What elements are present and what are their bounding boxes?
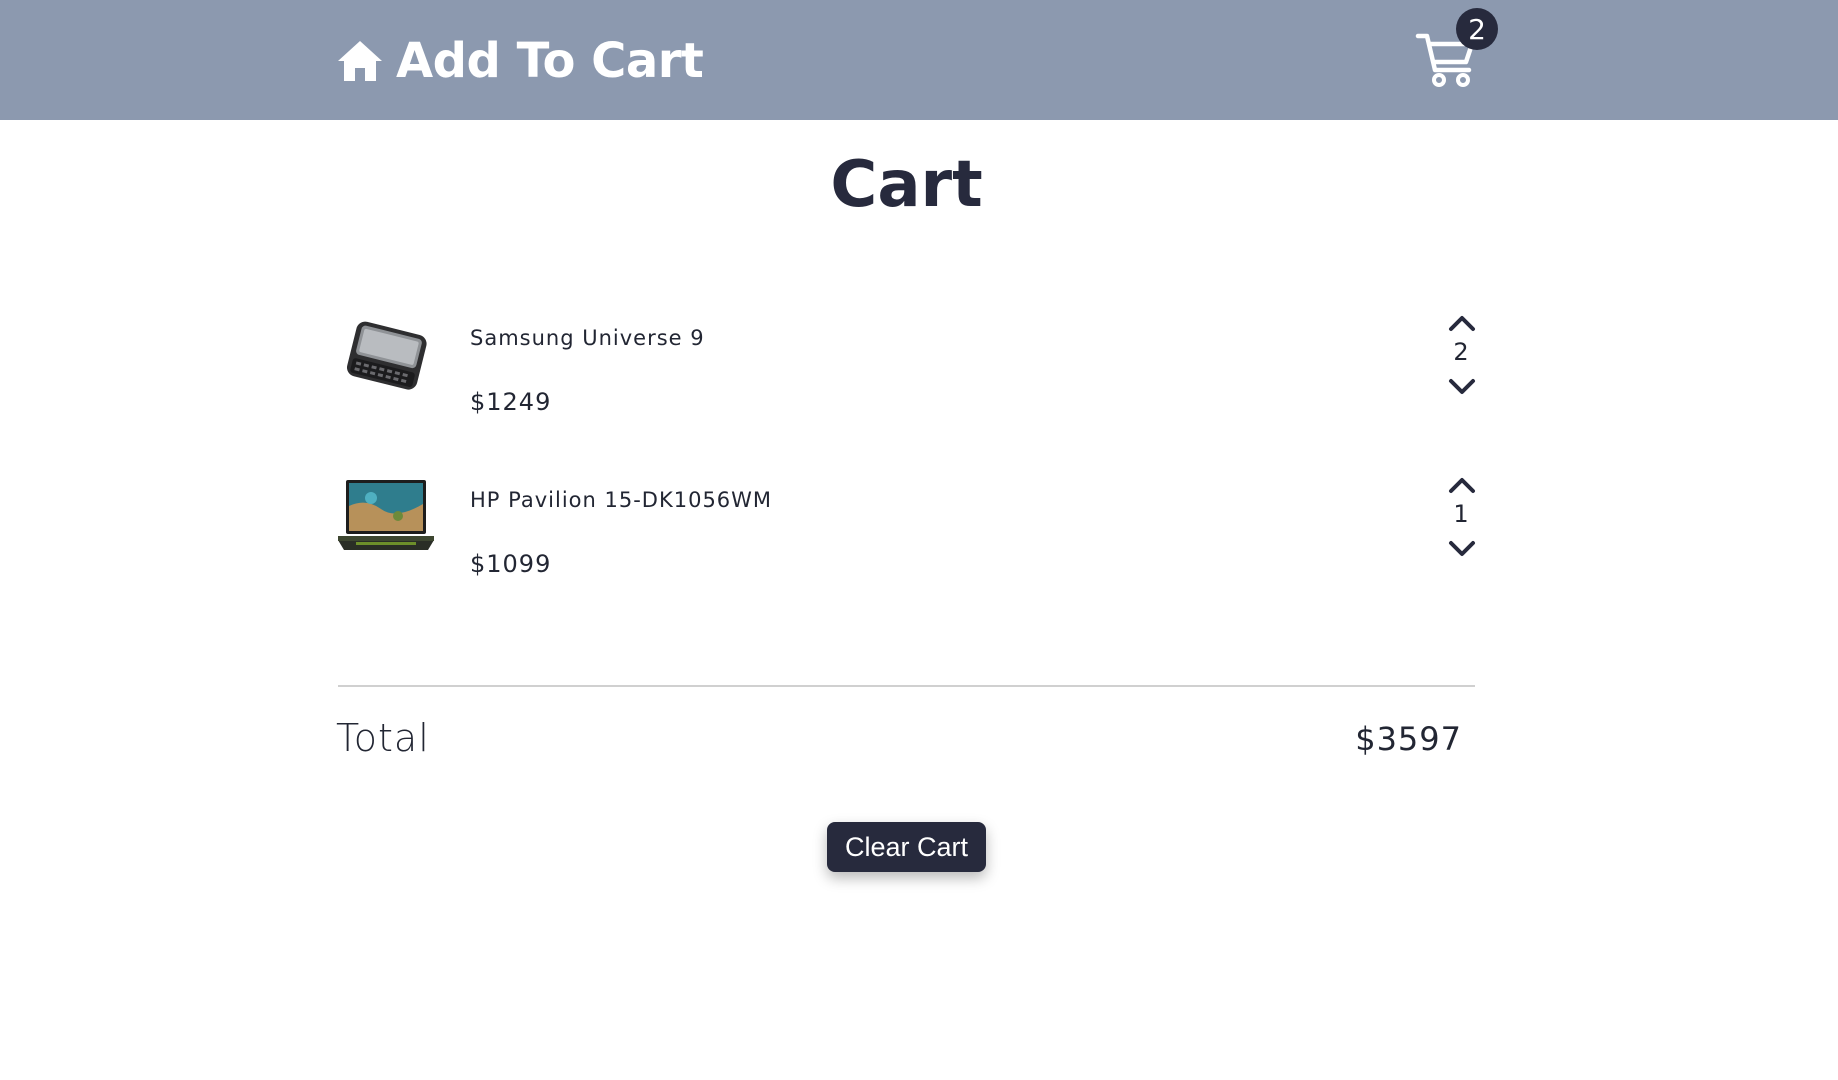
cart-item: Samsung Universe 9 $1249 2 — [336, 314, 1476, 434]
divider — [338, 685, 1475, 687]
quantity-value: 2 — [1453, 338, 1469, 366]
quantity-stepper: 2 — [1436, 314, 1486, 414]
clear-cart-button[interactable]: Clear Cart — [827, 822, 986, 872]
brand-title: Add To Cart — [396, 33, 704, 89]
home-icon — [338, 41, 382, 81]
home-link[interactable]: Add To Cart — [336, 30, 704, 92]
item-name: Samsung Universe 9 — [470, 326, 705, 350]
item-price: $1099 — [470, 550, 552, 578]
quantity-value: 1 — [1453, 500, 1469, 528]
laptop-image — [338, 480, 434, 550]
quantity-stepper: 1 — [1436, 476, 1486, 576]
total-value: $3597 — [1355, 720, 1462, 758]
chevron-up-icon[interactable] — [1448, 314, 1476, 332]
item-name: HP Pavilion 15-DK1056WM — [470, 488, 773, 512]
page-title: Cart — [830, 148, 983, 222]
total-label: Total — [336, 716, 430, 760]
cart-count-badge: 2 — [1456, 8, 1498, 50]
item-price: $1249 — [470, 388, 552, 416]
chevron-down-icon[interactable] — [1448, 378, 1476, 396]
chevron-up-icon[interactable] — [1448, 476, 1476, 494]
phone-image — [346, 321, 427, 390]
chevron-down-icon[interactable] — [1448, 540, 1476, 558]
navbar: Add To Cart 2 — [0, 0, 1838, 120]
cart-item: HP Pavilion 15-DK1056WM $1099 1 — [336, 476, 1476, 596]
